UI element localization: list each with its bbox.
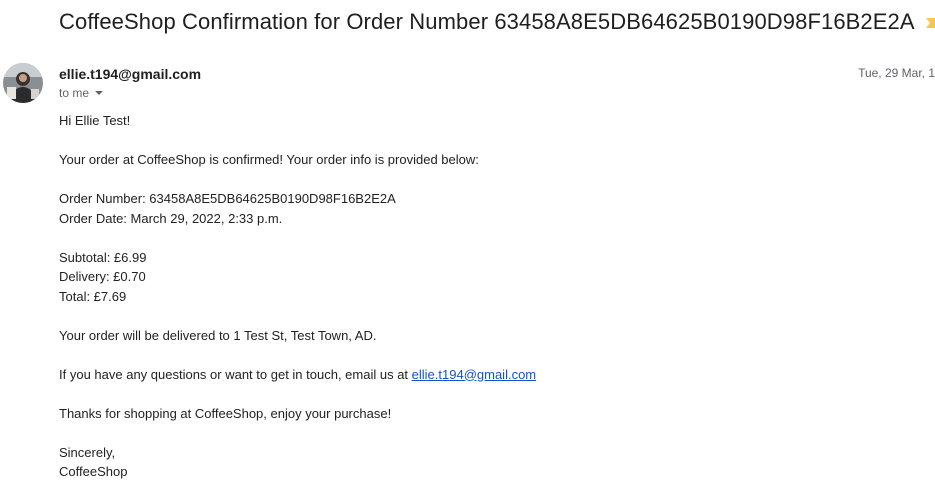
delivery-fee: Delivery: £0.70 bbox=[59, 269, 146, 284]
email-date[interactable]: Tue, 29 Mar, 1 bbox=[858, 66, 935, 80]
subtotal: Subtotal: £6.99 bbox=[59, 249, 147, 265]
contact-prefix: If you have any questions or want to get… bbox=[59, 366, 412, 382]
email-body: Hi Ellie Test! Your order at CoffeeShop … bbox=[59, 111, 919, 482]
signature: CoffeeShop bbox=[59, 464, 128, 479]
sender-row: ellie.t194@gmail.com Tue, 29 Mar, 1 bbox=[59, 64, 935, 84]
contact-email-link[interactable]: ellie.t194@gmail.com bbox=[412, 367, 536, 382]
total: Total: £7.69 bbox=[59, 288, 127, 304]
chevron-down-icon[interactable] bbox=[95, 91, 104, 95]
delivery-address: Your order will be delivered to 1 Test S… bbox=[59, 327, 377, 343]
order-number: Order Number: 63458A8E5DB64625B0190D98F1… bbox=[59, 191, 396, 206]
sender-email[interactable]: ellie.t194@gmail.com bbox=[59, 66, 201, 82]
avatar[interactable] bbox=[3, 63, 43, 103]
importance-marker-icon[interactable] bbox=[925, 16, 935, 28]
intro-text: Your order at CoffeeShop is confirmed! Y… bbox=[59, 152, 479, 167]
contact-line: If you have any questions or want to get… bbox=[59, 365, 919, 385]
to-label: to me bbox=[59, 86, 90, 100]
email-subject-row: CoffeeShop Confirmation for Order Number… bbox=[59, 6, 935, 38]
greeting: Hi Ellie Test! bbox=[59, 113, 131, 128]
recipient-details-toggle[interactable]: to me bbox=[59, 86, 104, 100]
signoff: Sincerely, bbox=[59, 444, 116, 460]
order-date: Order Date: March 29, 2022, 2:33 p.m. bbox=[59, 210, 283, 226]
email-subject: CoffeeShop Confirmation for Order Number… bbox=[59, 9, 915, 34]
thanks-text: Thanks for shopping at CoffeeShop, enjoy… bbox=[59, 405, 392, 421]
